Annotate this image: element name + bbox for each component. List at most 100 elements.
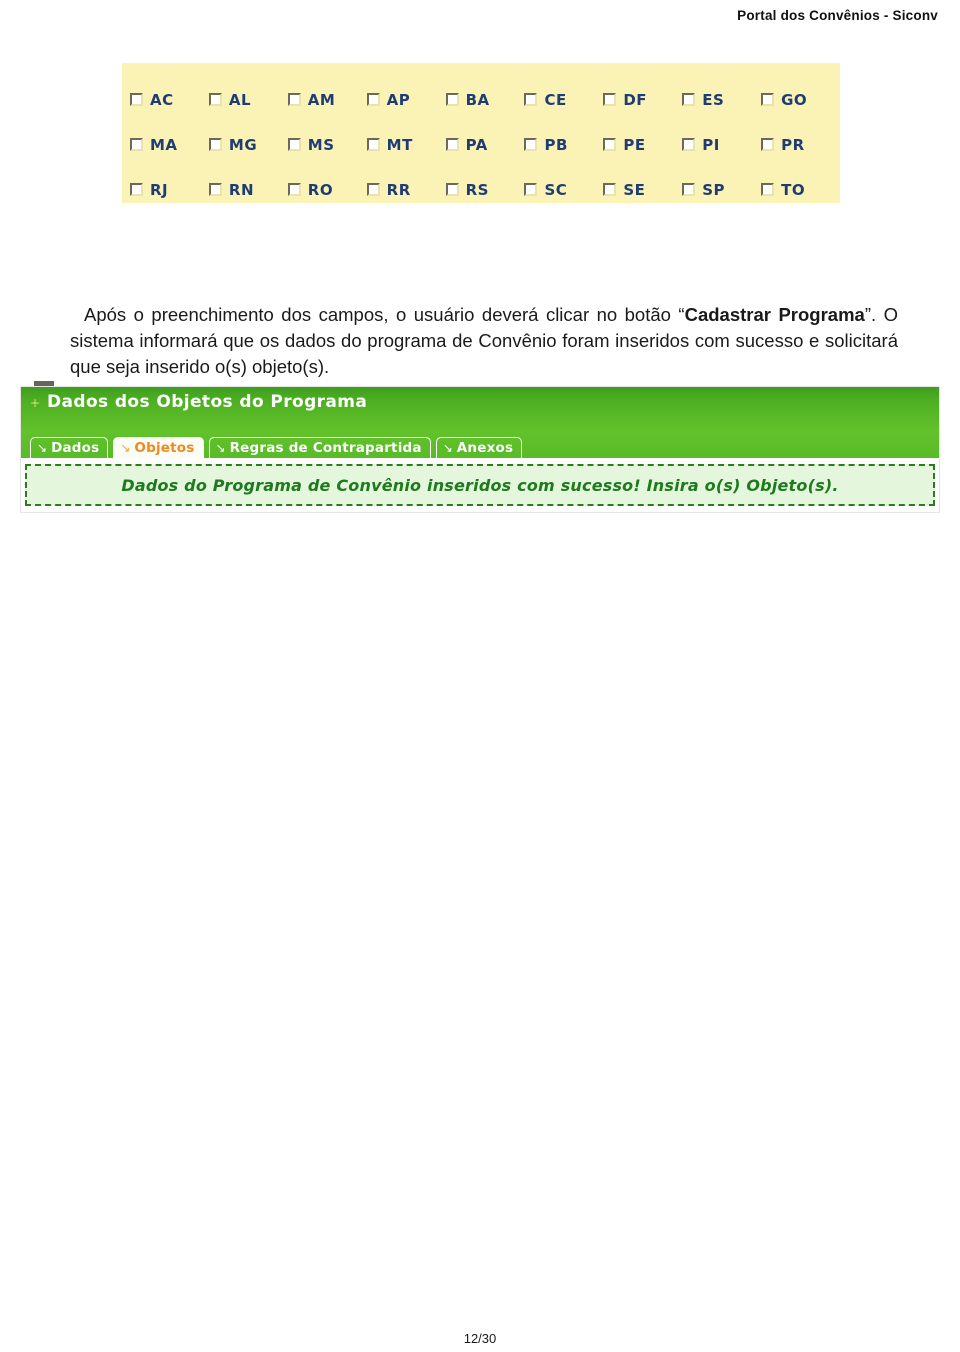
- state-option-rr[interactable]: RR: [366, 180, 446, 199]
- state-option-sp[interactable]: SP: [682, 181, 761, 199]
- message-area: Dados do Programa de Convênio inseridos …: [20, 458, 940, 513]
- checkbox-rr[interactable]: [366, 183, 380, 196]
- tab-label: Objetos: [134, 440, 195, 456]
- state-option-ma[interactable]: MA: [130, 136, 209, 154]
- expand-plus-icon[interactable]: +: [30, 397, 40, 409]
- state-option-rn[interactable]: RN: [208, 180, 288, 199]
- state-label: SP: [702, 180, 726, 199]
- state-label: MG: [228, 135, 258, 154]
- state-label: BA: [465, 90, 490, 109]
- instruction-paragraph: Após o preenchimento dos campos, o usuár…: [70, 302, 898, 380]
- tab-anexos[interactable]: ↘ Anexos: [435, 437, 523, 458]
- state-option-rs[interactable]: RS: [445, 181, 525, 199]
- state-label: RO: [307, 180, 334, 199]
- tab-dados[interactable]: ↘ Dados: [30, 437, 109, 458]
- panel-title: Dados dos Objetos do Programa: [47, 392, 368, 412]
- checkbox-rj[interactable]: [130, 183, 143, 196]
- state-label: AL: [228, 90, 252, 109]
- arrow-down-right-icon: ↘: [442, 441, 453, 455]
- state-option-pr[interactable]: PR: [761, 136, 840, 154]
- checkbox-rn[interactable]: [208, 183, 222, 196]
- state-option-go[interactable]: GO: [761, 91, 840, 109]
- state-option-pi[interactable]: PI: [682, 136, 761, 154]
- checkbox-pi[interactable]: [682, 138, 696, 151]
- arrow-down-right-icon: ↘: [120, 441, 131, 455]
- state-label: RJ: [150, 180, 169, 199]
- checkbox-ma[interactable]: [130, 138, 143, 151]
- state-row: AC AL AM AP BA CE DF ES GO: [130, 77, 840, 122]
- checkbox-ac[interactable]: [130, 93, 143, 106]
- checkbox-mt[interactable]: [366, 138, 380, 151]
- state-option-ba[interactable]: BA: [445, 90, 525, 109]
- state-label: TO: [781, 180, 806, 199]
- state-option-ap[interactable]: AP: [366, 91, 446, 109]
- arrow-down-right-icon: ↘: [215, 441, 226, 455]
- checkbox-sc[interactable]: [524, 183, 538, 196]
- state-label: PA: [465, 135, 488, 154]
- checkbox-al[interactable]: [208, 93, 222, 106]
- checkbox-ms[interactable]: [287, 138, 301, 151]
- state-selection-grid: AC AL AM AP BA CE DF ES GO MA MG MS MT P…: [122, 63, 840, 203]
- state-label: SE: [623, 180, 646, 199]
- checkbox-am[interactable]: [287, 93, 301, 106]
- checkbox-pa[interactable]: [445, 138, 459, 151]
- checkbox-pr[interactable]: [761, 138, 775, 151]
- checkbox-df[interactable]: [603, 93, 617, 106]
- state-label: SC: [544, 180, 568, 199]
- checkbox-sp[interactable]: [682, 183, 696, 196]
- panel-tab-bar: ↘ Dados ↘ Objetos ↘ Regras de Contrapart…: [30, 437, 523, 458]
- checkbox-pe[interactable]: [603, 138, 617, 151]
- state-option-to[interactable]: TO: [761, 181, 840, 199]
- checkbox-ce[interactable]: [524, 93, 538, 106]
- state-label: PI: [702, 135, 720, 154]
- checkbox-go[interactable]: [761, 93, 775, 106]
- state-label: RN: [228, 180, 254, 199]
- state-option-rj[interactable]: RJ: [130, 181, 209, 199]
- state-label: GO: [781, 90, 808, 109]
- state-label: RR: [386, 180, 411, 199]
- state-label: MS: [307, 135, 335, 154]
- checkbox-mg[interactable]: [208, 138, 222, 151]
- state-option-ce[interactable]: CE: [524, 91, 603, 109]
- state-option-ms[interactable]: MS: [287, 135, 367, 154]
- state-label: AM: [307, 90, 336, 109]
- document-header-title: Portal dos Convênios - Siconv: [737, 8, 938, 23]
- checkbox-to[interactable]: [761, 183, 775, 196]
- state-label: MA: [150, 135, 178, 154]
- checkbox-es[interactable]: [682, 93, 696, 106]
- success-message-box: Dados do Programa de Convênio inseridos …: [25, 464, 935, 506]
- state-row: MA MG MS MT PA PB PE PI PR: [130, 122, 840, 167]
- checkbox-ap[interactable]: [366, 93, 380, 106]
- state-label: AC: [150, 90, 174, 109]
- tab-label: Anexos: [456, 440, 514, 456]
- state-label: PB: [544, 135, 568, 154]
- state-option-ro[interactable]: RO: [287, 180, 367, 199]
- paragraph-bold-button-name: Cadastrar Programa: [684, 303, 865, 325]
- checkbox-se[interactable]: [603, 183, 617, 196]
- document-footer: 12/30: [0, 1330, 960, 1348]
- tab-regras-de-contrapartida[interactable]: ↘ Regras de Contrapartida: [208, 437, 431, 458]
- checkbox-rs[interactable]: [445, 183, 459, 196]
- state-option-ac[interactable]: AC: [130, 91, 209, 109]
- checkbox-pb[interactable]: [524, 138, 538, 151]
- state-option-am[interactable]: AM: [287, 90, 367, 109]
- state-label: MT: [386, 135, 413, 154]
- state-label: PE: [623, 135, 646, 154]
- state-option-pa[interactable]: PA: [445, 135, 525, 154]
- state-option-mt[interactable]: MT: [366, 135, 446, 154]
- page-number: 12/30: [463, 1331, 497, 1346]
- state-option-es[interactable]: ES: [682, 91, 761, 109]
- tab-objetos[interactable]: ↘ Objetos: [113, 437, 204, 458]
- state-option-se[interactable]: SE: [603, 181, 682, 199]
- state-option-sc[interactable]: SC: [524, 181, 603, 199]
- state-option-pe[interactable]: PE: [603, 136, 682, 154]
- state-option-al[interactable]: AL: [208, 90, 288, 109]
- state-row: RJ RN RO RR RS SC SE SP TO: [130, 167, 840, 212]
- state-option-pb[interactable]: PB: [524, 136, 603, 154]
- state-option-mg[interactable]: MG: [208, 135, 288, 154]
- checkbox-ro[interactable]: [287, 183, 301, 196]
- paragraph-part-1: Após o preenchimento dos campos, o usuár…: [84, 303, 685, 325]
- arrow-down-right-icon: ↘: [37, 441, 48, 455]
- checkbox-ba[interactable]: [445, 93, 459, 106]
- state-option-df[interactable]: DF: [603, 91, 682, 109]
